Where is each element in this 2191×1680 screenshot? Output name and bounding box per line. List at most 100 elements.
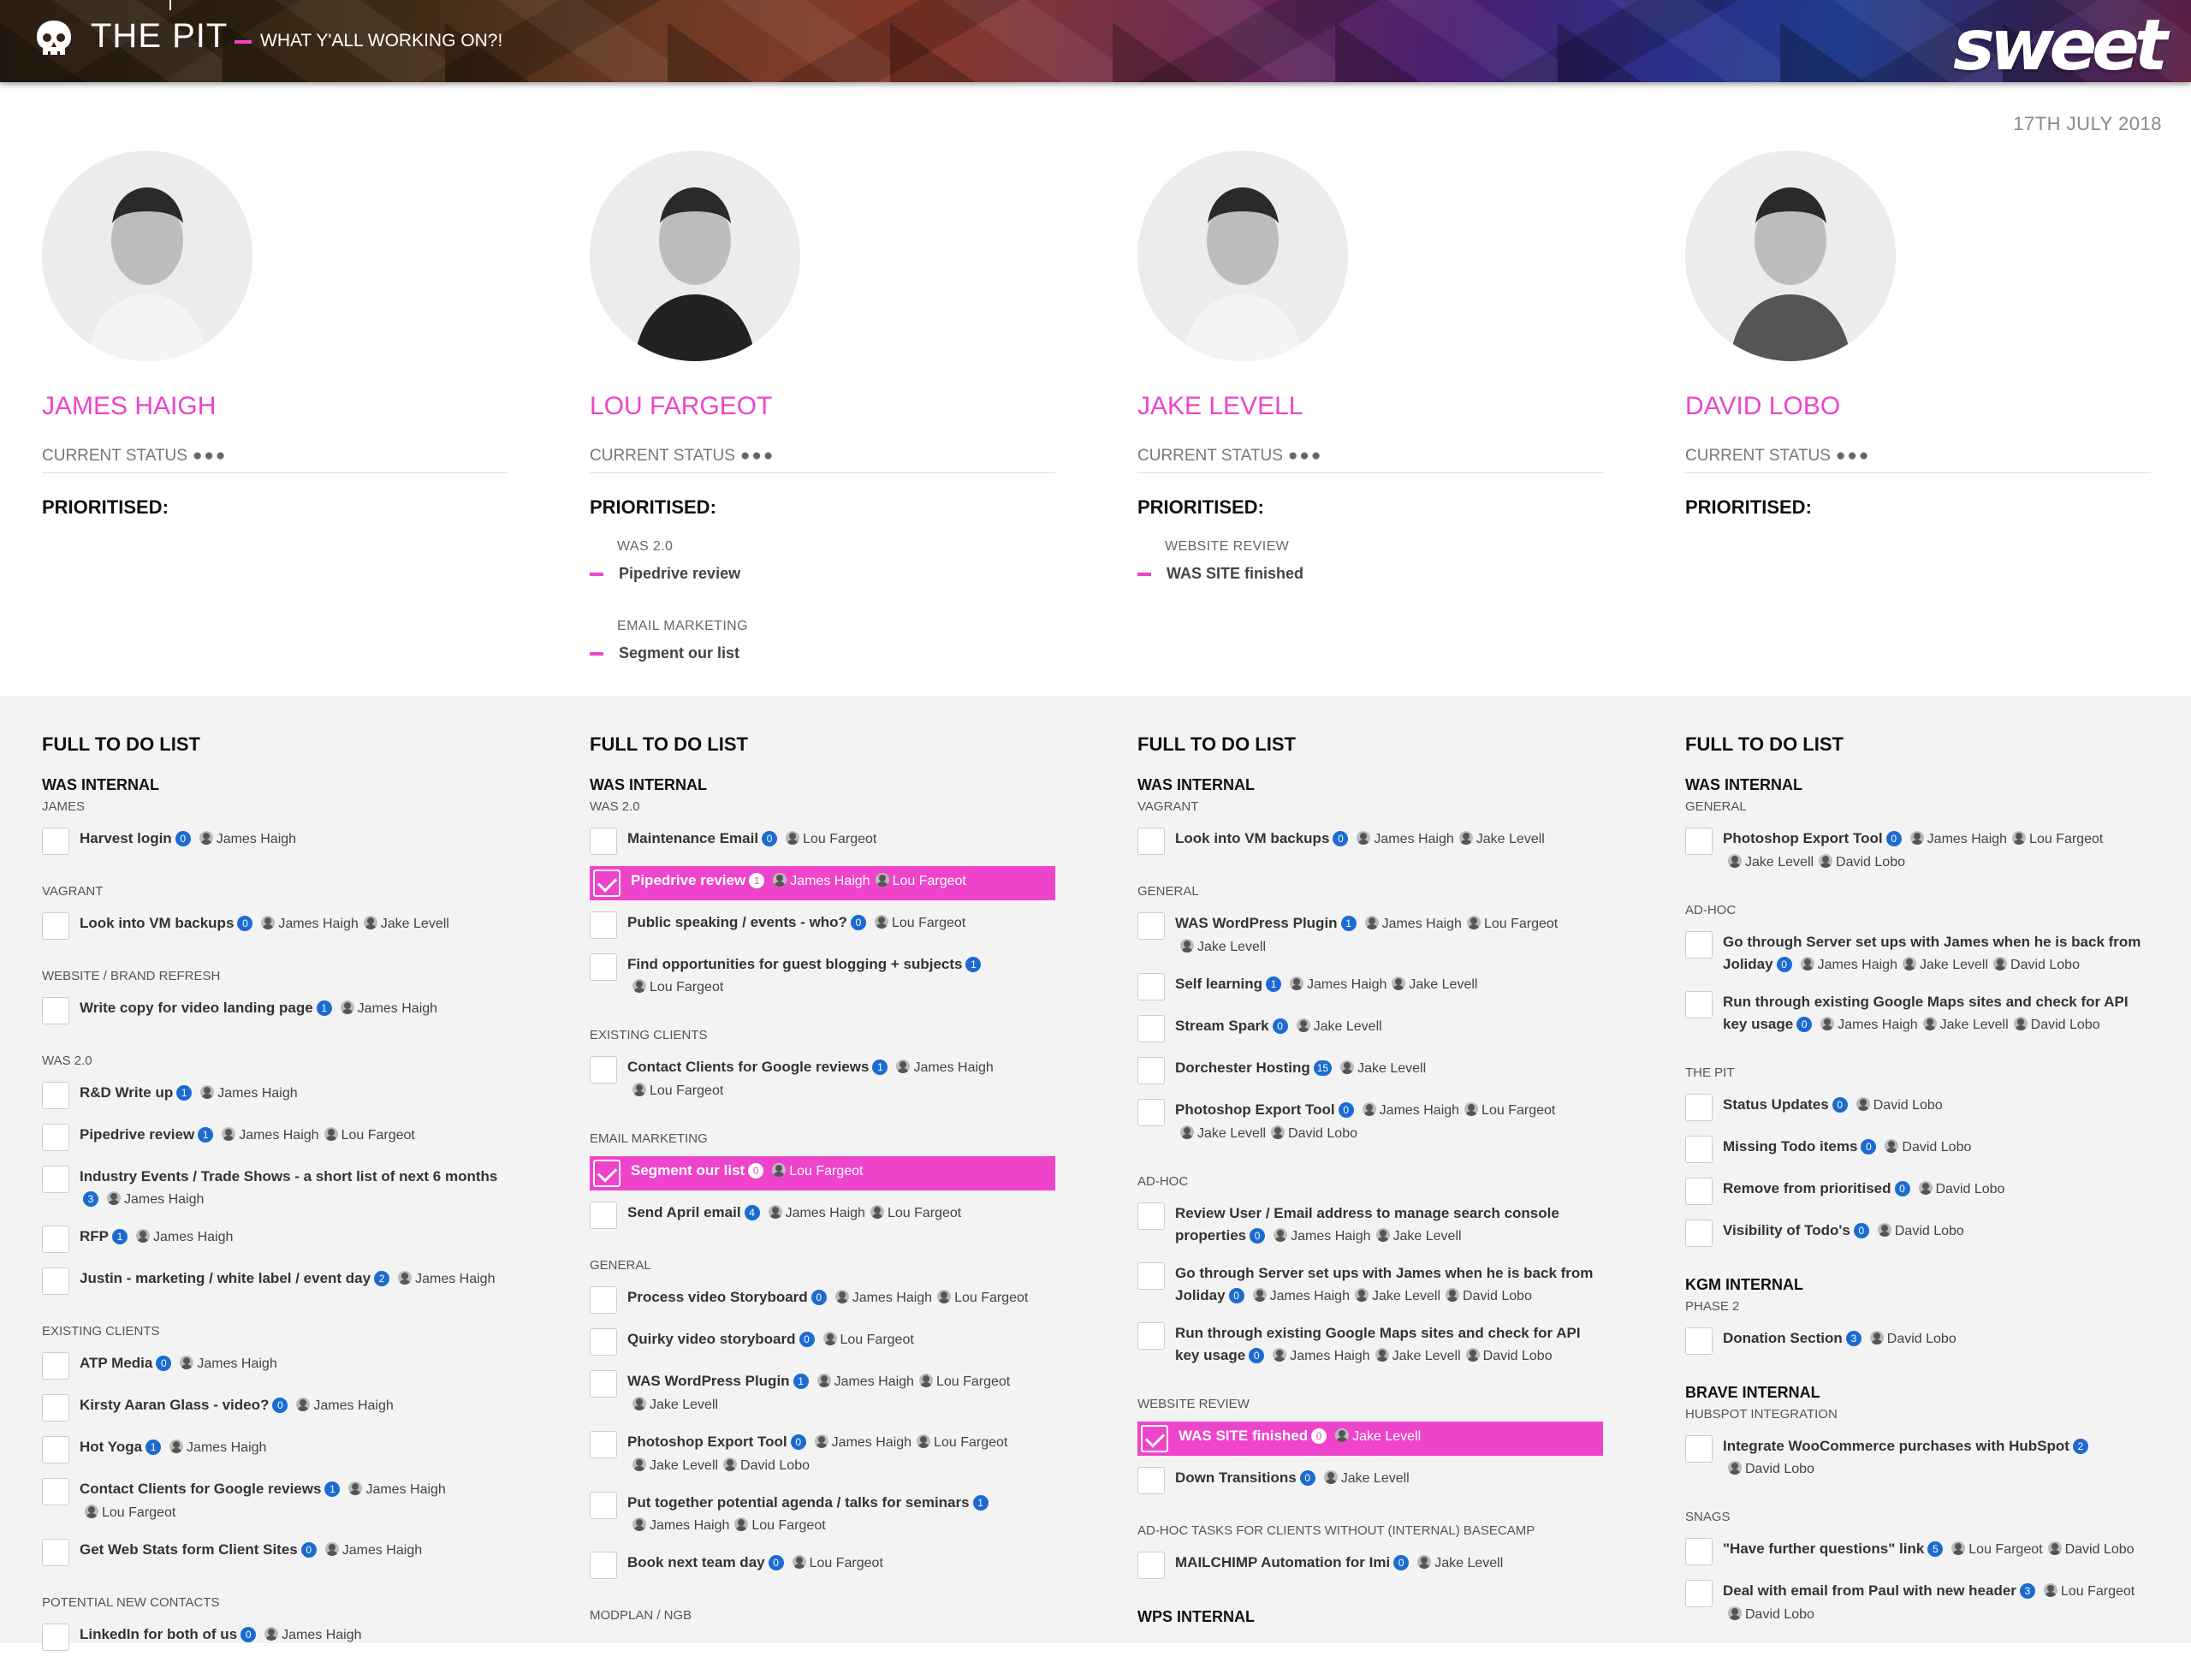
task-checkbox[interactable] <box>42 1124 69 1151</box>
task-checkbox[interactable] <box>1137 1202 1165 1230</box>
task-item[interactable]: Quirky video storyboard 0 Lou Fargeot <box>590 1325 1055 1359</box>
comment-count-badge[interactable]: 1 <box>972 1495 989 1511</box>
task-name[interactable]: Hot Yoga <box>80 1439 142 1455</box>
comment-count-badge[interactable]: 0 <box>1250 1228 1266 1244</box>
comment-count-badge[interactable]: 0 <box>1228 1288 1244 1303</box>
comment-count-badge[interactable]: 1 <box>793 1374 809 1389</box>
task-item[interactable]: Run through existing Google Maps sites a… <box>1685 988 2151 1040</box>
comment-count-badge[interactable]: 0 <box>1832 1097 1848 1113</box>
task-checkbox[interactable] <box>1685 1435 1713 1463</box>
task-checkbox[interactable] <box>1685 1220 1713 1247</box>
task-checkbox[interactable] <box>1685 1136 1713 1163</box>
task-checkbox[interactable] <box>590 911 617 939</box>
comment-count-badge[interactable]: 1 <box>112 1229 128 1244</box>
task-name[interactable]: Look into VM backups <box>1175 830 1329 846</box>
task-checkbox[interactable] <box>593 1160 620 1187</box>
task-item[interactable]: RFP 1 James Haigh <box>42 1222 508 1256</box>
task-name[interactable]: WAS WordPress Plugin <box>627 1373 790 1389</box>
comment-count-badge[interactable]: 0 <box>272 1398 288 1413</box>
task-checkbox[interactable] <box>1141 1425 1168 1452</box>
task-item[interactable]: Put together potential agenda / talks fo… <box>590 1488 1055 1540</box>
task-item[interactable]: Remove from prioritised 0 David Lobo <box>1685 1174 2151 1208</box>
task-name[interactable]: Photoshop Export Tool <box>1175 1101 1335 1118</box>
task-checkbox[interactable] <box>1685 991 1713 1018</box>
comment-count-badge[interactable]: 0 <box>1393 1555 1410 1570</box>
task-item[interactable]: LinkedIn for both of us 0 James Haigh <box>42 1620 508 1654</box>
task-checkbox[interactable] <box>42 997 69 1024</box>
task-name[interactable]: Self learning <box>1175 976 1262 992</box>
task-checkbox[interactable] <box>42 828 69 855</box>
task-checkbox[interactable] <box>1137 1262 1165 1290</box>
comment-count-badge[interactable]: 0 <box>1861 1139 1877 1155</box>
comment-count-badge[interactable]: 0 <box>1299 1470 1315 1486</box>
comment-count-badge[interactable]: 0 <box>799 1332 815 1347</box>
task-name[interactable]: LinkedIn for both of us <box>80 1626 237 1642</box>
prioritised-item[interactable]: EMAIL MARKETING Segment our list <box>590 619 1055 662</box>
person-name[interactable]: JAMES HAIGH <box>42 392 216 421</box>
task-name[interactable]: Pipedrive review <box>80 1126 194 1143</box>
task-item[interactable]: Send April email 4 James Haigh Lou Fargeot <box>590 1198 1055 1232</box>
comment-count-badge[interactable]: 2 <box>2072 1439 2088 1454</box>
comment-count-badge[interactable]: 1 <box>965 957 982 972</box>
task-name[interactable]: RFP <box>80 1228 109 1244</box>
task-item[interactable]: Pipedrive review 1 James Haigh Lou Fargeot <box>590 866 1055 900</box>
task-item[interactable]: Go through Server set ups with James whe… <box>1137 1259 1603 1311</box>
task-item[interactable]: WAS WordPress Plugin 1 James Haigh Lou Farg… <box>1137 909 1603 962</box>
comment-count-badge[interactable]: 0 <box>1333 831 1349 846</box>
task-checkbox[interactable] <box>42 1352 69 1380</box>
task-checkbox[interactable] <box>590 1056 617 1083</box>
task-name[interactable]: Look into VM backups <box>80 915 234 931</box>
task-checkbox[interactable] <box>1137 1467 1165 1494</box>
task-checkbox[interactable] <box>42 1436 69 1463</box>
task-name[interactable]: "Have further questions" link <box>1723 1540 1924 1557</box>
task-name[interactable]: Deal with email from Paul with new heade… <box>1723 1582 2016 1599</box>
comment-count-badge[interactable]: 3 <box>1845 1331 1861 1346</box>
comment-count-badge[interactable]: 1 <box>198 1127 214 1143</box>
task-checkbox[interactable] <box>1685 1327 1713 1355</box>
task-item[interactable]: Run through existing Google Maps sites a… <box>1137 1319 1603 1371</box>
task-item[interactable]: Stream Spark 0 Jake Levell <box>1137 1012 1603 1046</box>
task-name[interactable]: Industry Events / Trade Shows - a short … <box>80 1168 497 1184</box>
task-checkbox[interactable] <box>1137 1099 1165 1126</box>
comment-count-badge[interactable]: 0 <box>175 831 191 846</box>
task-checkbox[interactable] <box>1137 1057 1165 1084</box>
task-item[interactable]: Book next team day 0 Lou Fargeot <box>590 1548 1055 1582</box>
task-checkbox[interactable] <box>42 912 69 940</box>
task-checkbox[interactable] <box>42 1166 69 1193</box>
task-name[interactable]: Visibility of Todo's <box>1723 1222 1850 1238</box>
comment-count-badge[interactable]: 0 <box>300 1542 317 1558</box>
task-item[interactable]: Self learning 1 James Haigh Jake Levell <box>1137 970 1603 1004</box>
comment-count-badge[interactable]: 0 <box>1249 1348 1265 1363</box>
task-name[interactable]: R&D Write up <box>80 1084 173 1101</box>
task-checkbox[interactable] <box>1685 1538 1713 1565</box>
task-name[interactable]: Contact Clients for Google reviews <box>627 1059 869 1075</box>
task-item[interactable]: Photoshop Export Tool 0 James Haigh Lou Far… <box>1685 824 2151 877</box>
task-item[interactable]: Photoshop Export Tool 0 James Haigh Lou Far… <box>590 1428 1055 1481</box>
comment-count-badge[interactable]: 1 <box>872 1060 888 1075</box>
prioritised-item[interactable]: WEBSITE REVIEW WAS SITE finished <box>1137 539 1603 583</box>
comment-count-badge[interactable]: 0 <box>1311 1428 1327 1444</box>
task-name[interactable]: Book next team day <box>627 1554 765 1570</box>
task-item[interactable]: Look into VM backups 0 James Haigh Jake Lev… <box>1137 824 1603 858</box>
task-item[interactable]: Contact Clients for Google reviews 1 James… <box>42 1475 508 1528</box>
task-name[interactable]: Remove from prioritised <box>1723 1180 1891 1196</box>
task-checkbox[interactable] <box>42 1478 69 1505</box>
comment-count-badge[interactable]: 0 <box>790 1434 806 1450</box>
comment-count-badge[interactable]: 0 <box>1853 1223 1869 1238</box>
comment-count-badge[interactable]: 0 <box>156 1356 172 1371</box>
task-checkbox[interactable] <box>1137 1322 1165 1350</box>
task-name[interactable]: Photoshop Export Tool <box>1723 830 1883 846</box>
task-checkbox[interactable] <box>1685 1178 1713 1205</box>
comment-count-badge[interactable]: 1 <box>324 1481 341 1497</box>
comment-count-badge[interactable]: 1 <box>749 873 765 888</box>
task-checkbox[interactable] <box>590 1202 617 1229</box>
task-item[interactable]: Harvest login 0 James Haigh <box>42 824 508 858</box>
task-checkbox[interactable] <box>590 1286 617 1314</box>
task-name[interactable]: Integrate WooCommerce purchases with Hub… <box>1723 1438 2069 1454</box>
task-item[interactable]: Dorchester Hosting 15 Jake Levell <box>1137 1054 1603 1088</box>
task-checkbox[interactable] <box>1137 912 1165 940</box>
comment-count-badge[interactable]: 1 <box>316 1000 332 1016</box>
comment-count-badge[interactable]: 0 <box>850 915 866 930</box>
comment-count-badge[interactable]: 0 <box>237 916 253 931</box>
task-name[interactable]: Maintenance Email <box>627 830 758 846</box>
